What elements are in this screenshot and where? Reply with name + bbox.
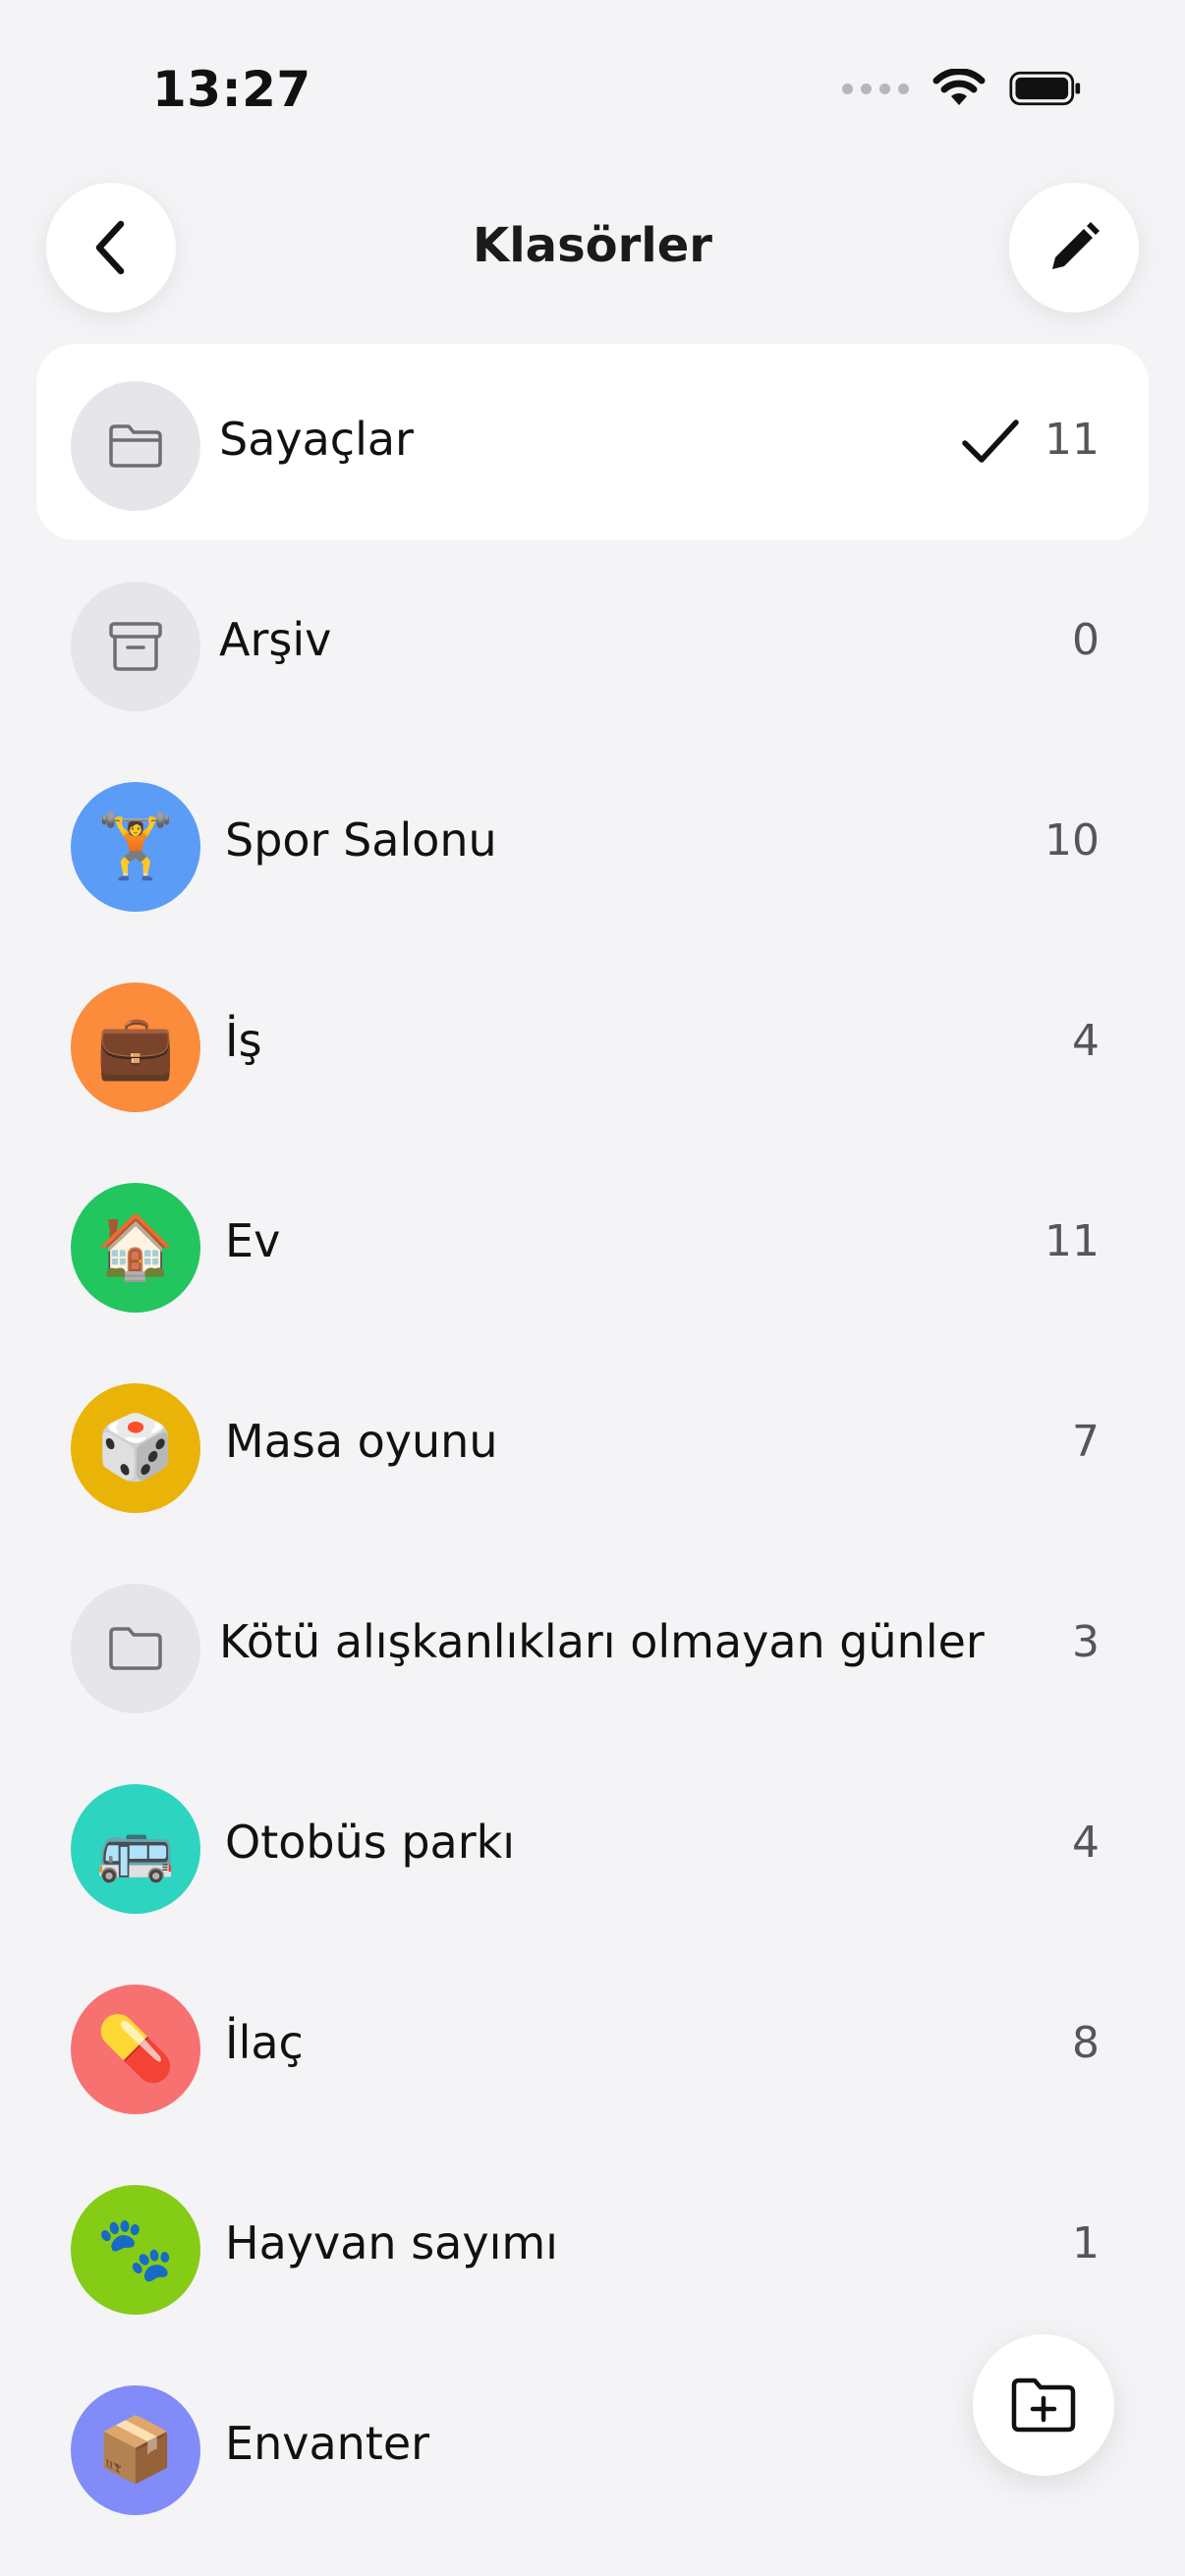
folder-count: 4 xyxy=(1072,1016,1100,1066)
folder-name: Envanter xyxy=(225,2417,430,2470)
folder-count: 11 xyxy=(1044,1216,1100,1266)
folder-row-masa-oyunu[interactable]: 🎲 Masa oyunu 7 xyxy=(0,1346,1185,1546)
folder-row-ev[interactable]: 🏠 Ev 11 xyxy=(0,1146,1185,1346)
dice-icon: 🎲 xyxy=(71,1383,200,1513)
folder-row-ilac[interactable]: 💊 İlaç 8 xyxy=(0,1947,1185,2148)
folder-name: Otobüs parkı xyxy=(225,1816,516,1869)
folder-row-sayaclar[interactable]: Sayaçlar 11 xyxy=(0,344,1185,544)
folder-name: İş xyxy=(225,1014,262,1067)
folder-row-hayvan-sayimi[interactable]: 🐾 Hayvan sayımı 1 xyxy=(0,2148,1185,2348)
folder-name: Ev xyxy=(225,1214,281,1267)
folder-icon xyxy=(109,1627,162,1670)
folder-row-otobus-parki[interactable]: 🚌 Otobüs parkı 4 xyxy=(0,1747,1185,1947)
bus-icon: 🚌 xyxy=(71,1784,200,1914)
folder-count: 10 xyxy=(1044,815,1100,866)
folder-count: 7 xyxy=(1072,1417,1100,1467)
pill-icon: 💊 xyxy=(71,1985,200,2114)
pencil-icon xyxy=(1052,222,1100,269)
folder-avatar xyxy=(71,1584,200,1713)
folder-icon xyxy=(109,424,162,468)
folder-name: İlaç xyxy=(225,2016,304,2069)
status-bar: 13:27 xyxy=(0,0,1185,177)
folder-count: 4 xyxy=(1072,1818,1100,1868)
battery-icon xyxy=(1009,71,1081,106)
folder-row-spor-salonu[interactable]: 🏋️ Spor Salonu 10 xyxy=(0,745,1185,945)
folder-name: Spor Salonu xyxy=(225,813,497,867)
status-time: 13:27 xyxy=(152,61,311,118)
new-folder-button[interactable] xyxy=(973,2334,1114,2476)
archive-avatar xyxy=(71,582,200,711)
folder-row-arsiv[interactable]: Arşiv 0 xyxy=(0,544,1185,745)
folder-avatar xyxy=(71,381,200,511)
folder-count: 1 xyxy=(1072,2218,1100,2268)
folder-count: 3 xyxy=(1072,1617,1100,1667)
weightlifter-icon: 🏋️ xyxy=(71,782,200,912)
folder-count: 11 xyxy=(1044,415,1100,465)
archive-box-icon xyxy=(109,622,162,671)
cellular-signal-icon xyxy=(842,83,909,94)
folder-name: Kötü alışkanlıkları olmayan günler xyxy=(219,1615,985,1668)
package-icon: 📦 xyxy=(71,2385,200,2515)
briefcase-icon: 💼 xyxy=(71,982,200,1112)
page-title: Klasörler xyxy=(473,218,712,273)
folder-row-kotu-aliskanliklar[interactable]: Kötü alışkanlıkları olmayan günler 3 xyxy=(0,1546,1185,1747)
folder-count: 8 xyxy=(1072,2018,1100,2068)
folder-plus-icon xyxy=(1011,2378,1076,2433)
wifi-icon xyxy=(932,69,986,105)
navigation-header: Klasörler xyxy=(0,179,1185,316)
house-icon: 🏠 xyxy=(71,1183,200,1313)
status-icons xyxy=(842,69,1082,108)
folder-count: 0 xyxy=(1072,615,1100,665)
folder-row-is[interactable]: 💼 İş 4 xyxy=(0,945,1185,1146)
edit-button[interactable] xyxy=(1009,183,1139,312)
folder-name: Hayvan sayımı xyxy=(225,2216,558,2269)
folder-name: Arşiv xyxy=(219,613,332,666)
folder-name: Sayaçlar xyxy=(219,413,414,466)
folder-name: Masa oyunu xyxy=(225,1415,498,1468)
checkmark-icon xyxy=(962,420,1019,463)
paw-prints-icon: 🐾 xyxy=(71,2185,200,2315)
folder-list: Sayaçlar 11 Arşiv 0 🏋️ Spor Salonu 10 💼 … xyxy=(0,344,1185,2548)
